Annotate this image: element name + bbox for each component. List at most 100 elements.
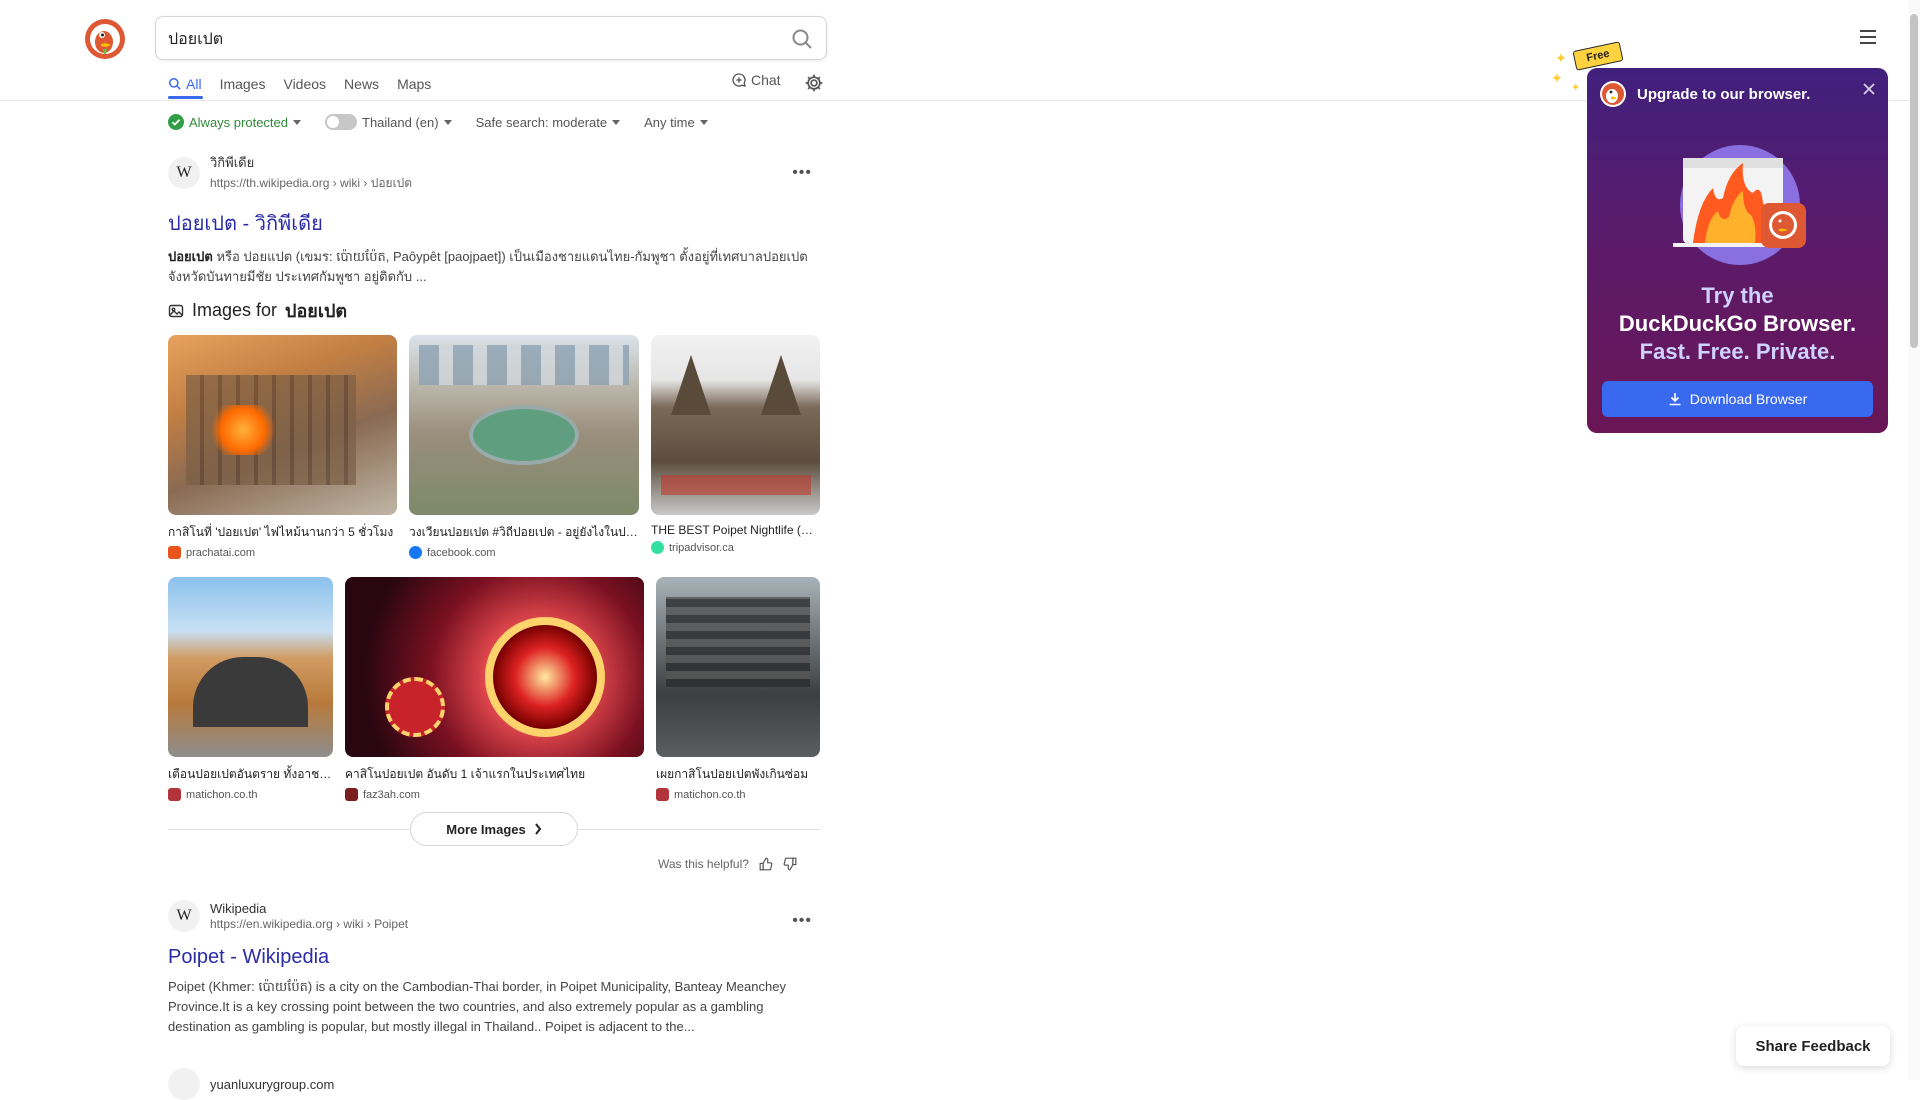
image-site: matichon.co.th — [186, 788, 258, 801]
image-tile[interactable]: คาสิโนปอยเปต อันดับ 1 เจ้าแรกในประเทศไทย… — [345, 577, 644, 801]
image-caption: กาสิโนที่ 'ปอยเปต' ไฟไหม้นานกว่า 5 ชั่วโ… — [168, 525, 394, 539]
gear-icon[interactable] — [804, 73, 824, 93]
source-name: วิกิพีเดีย — [210, 155, 255, 170]
wikipedia-favicon-icon: W — [168, 156, 200, 189]
more-images-label: More Images — [446, 821, 526, 837]
source-url[interactable]: https://en.wikipedia.org › wiki › Poipet — [210, 917, 408, 931]
scrollbar-thumb[interactable] — [1910, 14, 1918, 348]
source-url[interactable]: https://th.wikipedia.org › wiki › ปอยเปต — [210, 174, 412, 193]
more-images-button[interactable]: More Images — [410, 812, 578, 846]
browser-illustration-icon — [1673, 145, 1806, 265]
result-title[interactable]: Poipet - Wikipedia — [168, 946, 820, 969]
image-caption: เตือนปอยเปตอันตราย ทั้งอาชญากรรม — [168, 767, 333, 781]
promo-header-text: Upgrade to our browser. — [1637, 85, 1811, 103]
image-thumbnail[interactable] — [168, 335, 397, 515]
search-box[interactable] — [155, 16, 827, 60]
result-title[interactable]: ปอยเปต - วิกิพีเดีย — [168, 207, 820, 239]
image-source: matichon.co.th — [168, 788, 333, 801]
search-result: W Wikipedia https://en.wikipedia.org › w… — [168, 900, 820, 1037]
close-icon[interactable] — [1862, 82, 1876, 96]
sparkle-icon: ✦ — [1551, 70, 1563, 86]
protection-filter[interactable]: Always protected — [168, 114, 301, 130]
image-thumbnail[interactable] — [656, 577, 820, 757]
region-toggle[interactable] — [325, 114, 357, 130]
helpful-feedback: Was this helpful? — [658, 857, 797, 871]
promo-title: Try the DuckDuckGo Browser. Fast. Free. … — [1587, 282, 1888, 366]
share-feedback-button[interactable]: Share Feedback — [1736, 1026, 1890, 1066]
chevron-down-icon — [612, 119, 621, 125]
facebook-icon — [409, 546, 422, 559]
search-result: W วิกิพีเดีย https://th.wikipedia.org › … — [168, 152, 820, 287]
active-tab-indicator — [168, 96, 203, 99]
site-favicon-icon — [656, 788, 669, 801]
site-favicon-icon — [168, 546, 181, 559]
image-tile[interactable]: เตือนปอยเปตอันตราย ทั้งอาชญากรรม maticho… — [168, 577, 333, 801]
thumbs-up-icon[interactable] — [759, 857, 773, 871]
site-favicon-icon — [345, 788, 358, 801]
result-source[interactable]: W วิกิพีเดีย https://th.wikipedia.org › … — [168, 152, 820, 193]
image-caption: คาสิโนปอยเปต อันดับ 1 เจ้าแรกในประเทศไทย — [345, 767, 586, 781]
tab-all[interactable]: All — [168, 72, 202, 96]
source-name: Wikipedia — [210, 901, 267, 916]
tab-maps[interactable]: Maps — [397, 72, 431, 96]
tab-label: Maps — [397, 76, 432, 92]
search-input[interactable] — [168, 27, 768, 51]
result-source[interactable]: W Wikipedia https://en.wikipedia.org › w… — [168, 900, 820, 932]
duckduckgo-logo[interactable] — [84, 18, 126, 60]
image-tile[interactable]: กาสิโนที่ 'ปอยเปต' ไฟไหม้นานกว่า 5 ชั่วโ… — [168, 335, 397, 559]
chat-label: Chat — [751, 72, 781, 88]
duckduckgo-icon — [1600, 81, 1626, 107]
image-thumbnail[interactable] — [345, 577, 644, 757]
image-thumbnail[interactable] — [651, 335, 820, 515]
download-browser-button[interactable]: Download Browser — [1602, 381, 1873, 417]
image-tile[interactable]: วงเวียนปอยเปต #วิถีปอยเปต - อยู่ยังไงในป… — [409, 335, 639, 559]
more-options-icon[interactable]: ••• — [792, 912, 812, 930]
image-source: facebook.com — [409, 546, 639, 559]
result-snippet: Poipet (Khmer: ប៉ោយប៉ែត) is a city on th… — [168, 979, 786, 1034]
site-favicon-icon — [168, 1068, 200, 1100]
image-site: prachatai.com — [186, 546, 256, 559]
chevron-right-icon — [534, 823, 542, 835]
search-tabs: All Images Videos News Maps — [168, 72, 449, 96]
browser-promo-card: Upgrade to our browser. Try the DuckDuck… — [1587, 68, 1888, 433]
image-site: tripadvisor.ca — [669, 541, 734, 554]
sparkle-icon: ✦ — [1555, 50, 1567, 66]
image-caption: THE BEST Poipet Nightlife (Updated 2024) — [651, 523, 820, 537]
free-badge: Free — [1572, 41, 1624, 71]
images-heading: Images for ปอยเปต — [168, 296, 347, 325]
chevron-down-icon — [293, 119, 301, 125]
tab-videos[interactable]: Videos — [283, 72, 326, 96]
chevron-down-icon — [699, 119, 708, 125]
protection-label: Always protected — [189, 114, 288, 130]
result-source[interactable]: yuanluxurygroup.com — [168, 1068, 820, 1100]
image-tile[interactable]: เผยกาสิโนปอยเปตพังเกินซ่อม matichon.co.t… — [656, 577, 820, 801]
thumbs-down-icon[interactable] — [783, 857, 797, 871]
images-heading-prefix: Images for — [192, 300, 278, 320]
promo-line-1: Try the — [1701, 283, 1774, 308]
more-options-icon[interactable]: ••• — [792, 164, 812, 182]
result-snippet: ปอยเปต หรือ ปอยแปต (เขมร: ប៉ោយប៉ែត, Paôy… — [168, 247, 820, 287]
wikipedia-favicon-icon: W — [168, 900, 200, 932]
image-site: faz3ah.com — [363, 788, 420, 801]
image-source: prachatai.com — [168, 546, 397, 559]
chat-button[interactable]: Chat — [731, 72, 781, 88]
image-site: facebook.com — [427, 546, 496, 559]
chevron-down-icon — [443, 119, 452, 125]
time-filter[interactable]: Any time — [644, 115, 708, 130]
menu-icon[interactable] — [1860, 30, 1876, 44]
snippet-text: หรือ ปอยแปต (เขมร: ប៉ោយប៉ែត, Paôypêt [pa… — [168, 249, 808, 284]
region-filter[interactable]: Thailand (en) — [325, 114, 452, 130]
tab-label: Videos — [283, 76, 327, 92]
search-icon[interactable] — [790, 27, 814, 51]
image-tile[interactable]: THE BEST Poipet Nightlife (Updated 2024)… — [651, 335, 820, 554]
tab-news[interactable]: News — [344, 72, 379, 96]
image-thumbnail[interactable] — [168, 577, 333, 757]
image-thumbnail[interactable] — [409, 335, 639, 515]
tab-images[interactable]: Images — [220, 72, 266, 96]
image-caption: วงเวียนปอยเปต #วิถีปอยเปต - อยู่ยังไงในป… — [409, 525, 639, 539]
site-favicon-icon — [168, 788, 181, 801]
safe-search-filter[interactable]: Safe search: moderate — [476, 115, 621, 130]
tab-label: News — [344, 76, 380, 92]
tripadvisor-icon — [651, 541, 664, 554]
region-label: Thailand (en) — [362, 114, 439, 130]
